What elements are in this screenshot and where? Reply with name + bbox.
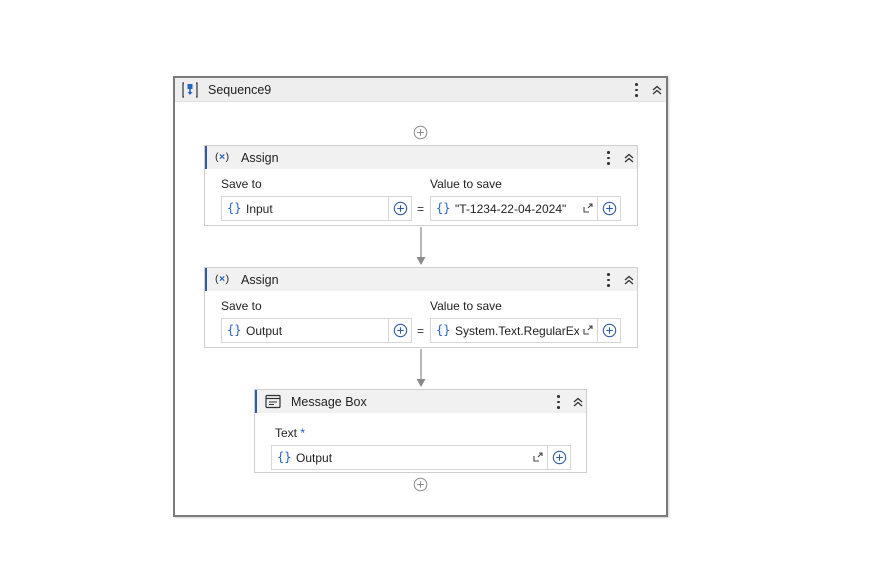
- assign-collapse-icon[interactable]: [622, 151, 636, 165]
- assign-activity-1[interactable]: (×) Assign Save to Value to save {} Inpu…: [204, 145, 638, 226]
- value-to-save-value: "T-1234-22-04-2024": [455, 202, 567, 216]
- message-box-title: Message Box: [291, 395, 367, 409]
- message-text-value: Output: [296, 451, 333, 465]
- expand-icon[interactable]: [532, 451, 544, 463]
- save-to-value: Output: [246, 324, 283, 338]
- value-to-save-plus-button[interactable]: [597, 197, 620, 220]
- sequence-collapse-icon[interactable]: [650, 83, 664, 97]
- text-label: Text *: [275, 426, 306, 440]
- plus-icon: [393, 323, 408, 338]
- sequence-container[interactable]: Sequence9 (×) Assign Save to Value to sa…: [173, 76, 668, 517]
- save-to-plus-button[interactable]: [388, 197, 411, 220]
- message-box-activity[interactable]: Message Box Text * {} Output: [254, 389, 587, 473]
- expression-braces-icon: {}: [436, 201, 451, 215]
- equals-sign: =: [417, 324, 425, 338]
- message-box-collapse-icon[interactable]: [571, 395, 585, 409]
- save-to-field[interactable]: {} Input: [221, 196, 412, 221]
- value-to-save-plus-button[interactable]: [597, 319, 620, 342]
- expression-braces-icon: {}: [227, 201, 242, 215]
- sequence-title: Sequence9: [208, 83, 272, 97]
- expression-braces-icon: {}: [436, 323, 451, 337]
- save-to-value: Input: [246, 202, 273, 216]
- assign-activity-2[interactable]: (×) Assign Save to Value to save {} Outp…: [204, 267, 638, 348]
- equals-sign: =: [417, 202, 425, 216]
- value-to-save-label: Value to save: [430, 177, 502, 191]
- add-activity-top-icon[interactable]: [413, 125, 428, 140]
- plus-icon: [393, 201, 408, 216]
- assign-more-options-icon[interactable]: [603, 150, 613, 166]
- expression-braces-icon: {}: [227, 323, 242, 337]
- expand-icon[interactable]: [582, 324, 594, 336]
- add-activity-bottom-icon[interactable]: [413, 477, 428, 492]
- plus-icon: [552, 450, 567, 465]
- value-to-save-value: System.Text.RegularEx: [455, 324, 579, 338]
- save-to-field[interactable]: {} Output: [221, 318, 412, 343]
- assign-icon: (×): [215, 273, 230, 285]
- value-to-save-label: Value to save: [430, 299, 502, 313]
- connector-arrow: [416, 227, 426, 265]
- assign-title: Assign: [241, 273, 279, 287]
- assign-header[interactable]: (×) Assign: [205, 146, 637, 169]
- sequence-header[interactable]: Sequence9: [175, 78, 666, 102]
- save-to-label: Save to: [221, 177, 262, 191]
- message-box-more-options-icon[interactable]: [553, 394, 563, 410]
- expression-braces-icon: {}: [277, 450, 292, 464]
- save-to-plus-button[interactable]: [388, 319, 411, 342]
- message-text-plus-button[interactable]: [547, 446, 570, 469]
- assign-icon: (×): [215, 151, 230, 163]
- sequence-more-options-icon[interactable]: [631, 82, 641, 98]
- message-box-header[interactable]: Message Box: [255, 390, 586, 413]
- assign-title: Assign: [241, 151, 279, 165]
- expand-icon[interactable]: [582, 202, 594, 214]
- message-box-icon: [265, 394, 281, 409]
- value-to-save-field[interactable]: {} System.Text.RegularEx: [430, 318, 621, 343]
- plus-icon: [602, 323, 617, 338]
- assign-collapse-icon[interactable]: [622, 273, 636, 287]
- sequence-icon: [182, 82, 198, 98]
- save-to-label: Save to: [221, 299, 262, 313]
- connector-arrow: [416, 349, 426, 387]
- message-text-field[interactable]: {} Output: [271, 445, 571, 470]
- plus-icon: [602, 201, 617, 216]
- assign-header[interactable]: (×) Assign: [205, 268, 637, 291]
- assign-more-options-icon[interactable]: [603, 272, 613, 288]
- required-marker: *: [300, 426, 306, 440]
- value-to-save-field[interactable]: {} "T-1234-22-04-2024": [430, 196, 621, 221]
